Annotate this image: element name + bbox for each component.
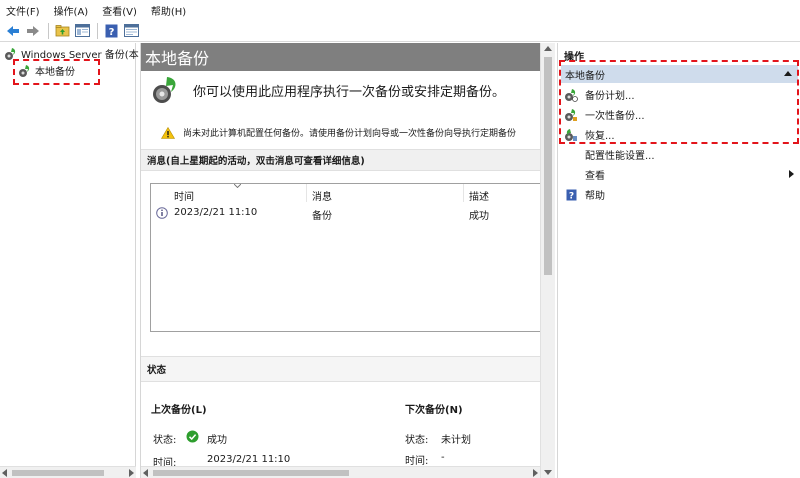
- highlight-box-actions: [559, 60, 799, 144]
- last-backup-heading: 上次备份(L): [151, 405, 207, 416]
- warning-message: 尚未对此计算机配置任何备份。请使用备份计划向导或一次性备份向导执行定期备份: [161, 126, 516, 139]
- content-vertical-scrollbar[interactable]: [540, 43, 555, 478]
- success-check-icon: [186, 430, 199, 443]
- sort-chevron-icon: [234, 184, 241, 188]
- last-backup-status-label: 状态:: [153, 435, 177, 446]
- messages-table-header: 时间 消息 描述: [151, 184, 540, 203]
- menu-help[interactable]: 帮助(H): [151, 3, 186, 18]
- scroll-down-arrow-icon[interactable]: [544, 470, 552, 475]
- warning-icon: [161, 126, 175, 139]
- messages-section-label: 消息(自上星期起的活动，双击消息可查看详细信息): [147, 156, 365, 167]
- scrollbar-thumb[interactable]: [544, 57, 552, 275]
- toolbar-separator: [97, 22, 98, 39]
- help-icon[interactable]: ?: [102, 22, 120, 40]
- row-description: 成功: [469, 211, 489, 222]
- menu-action[interactable]: 操作(A): [54, 3, 89, 18]
- show-hide-tree-icon[interactable]: [73, 22, 91, 40]
- properties-icon[interactable]: [122, 22, 140, 40]
- menubar: 文件(F) 操作(A) 查看(V) 帮助(H): [0, 0, 800, 20]
- menu-file[interactable]: 文件(F): [6, 3, 40, 18]
- last-backup-time-value: 2023/2/21 11:10: [207, 454, 291, 465]
- action-label: 查看: [585, 171, 605, 182]
- scroll-right-arrow-icon[interactable]: [129, 469, 134, 477]
- info-icon: [156, 207, 168, 219]
- messages-section-header: 消息(自上星期起的活动，双击消息可查看详细信息): [141, 149, 540, 171]
- forward-arrow-icon[interactable]: [24, 22, 42, 40]
- main-content-pane: 本地备份 你可以使用此应用程序执行一次备份或安排定期备份。 尚未对此计算机配置任…: [140, 43, 540, 478]
- menu-view[interactable]: 查看(V): [102, 3, 137, 18]
- pane-title: 本地备份: [141, 43, 540, 71]
- messages-table[interactable]: 时间 消息 描述 2023/2/21 11:10 备份 成功: [150, 183, 540, 332]
- up-folder-icon[interactable]: [53, 22, 71, 40]
- row-time: 2023/2/21 11:10: [174, 207, 258, 218]
- scrollbar-thumb[interactable]: [153, 470, 349, 476]
- table-row[interactable]: 2023/2/21 11:10 备份 成功: [151, 206, 540, 222]
- last-backup-status-value: 成功: [207, 435, 227, 446]
- next-backup-heading: 下次备份(N): [405, 405, 463, 416]
- status-section-label: 状态: [147, 365, 167, 376]
- action-view[interactable]: 查看: [564, 167, 794, 182]
- next-backup-time-value: -: [441, 452, 445, 463]
- column-header-message[interactable]: 消息: [312, 188, 332, 203]
- center-header: 你可以使用此应用程序执行一次备份或安排定期备份。: [151, 75, 505, 105]
- column-separator[interactable]: [306, 184, 307, 202]
- scrollbar-thumb[interactable]: [12, 470, 104, 476]
- svg-text:?: ?: [568, 191, 573, 201]
- column-separator[interactable]: [463, 184, 464, 202]
- toolbar-separator: [48, 22, 49, 39]
- svg-text:?: ?: [108, 27, 114, 38]
- next-backup-status-value: 未计划: [441, 435, 471, 446]
- next-backup-time-label: 时间:: [405, 456, 429, 467]
- content-horizontal-scrollbar[interactable]: [141, 466, 540, 478]
- action-label: 帮助: [585, 191, 605, 202]
- actions-pane: 操作 本地备份 备份计划... 一次性备份... 恢复... 配置性能设置...…: [557, 43, 800, 478]
- status-section-header: 状态: [141, 356, 540, 382]
- tree-horizontal-scrollbar[interactable]: [0, 466, 136, 478]
- submenu-arrow-icon: [789, 170, 794, 178]
- scroll-right-arrow-icon[interactable]: [533, 469, 538, 477]
- toolbar: ?: [0, 20, 800, 42]
- action-configure-performance[interactable]: 配置性能设置...: [564, 147, 794, 162]
- row-message: 备份: [312, 211, 332, 222]
- scroll-left-arrow-icon[interactable]: [143, 469, 148, 477]
- scroll-up-arrow-icon[interactable]: [544, 46, 552, 51]
- scroll-left-arrow-icon[interactable]: [2, 469, 7, 477]
- navigation-tree: Windows Server 备份(本 本地备份: [0, 43, 139, 478]
- highlight-box-tree: [13, 59, 100, 85]
- action-label: 配置性能设置...: [585, 151, 655, 162]
- back-arrow-icon[interactable]: [4, 22, 22, 40]
- action-help[interactable]: ? 帮助: [564, 187, 794, 202]
- header-description: 你可以使用此应用程序执行一次备份或安排定期备份。: [193, 84, 506, 100]
- warning-text: 尚未对此计算机配置任何备份。请使用备份计划向导或一次性备份向导执行定期备份: [183, 129, 517, 139]
- next-backup-status-label: 状态:: [405, 435, 429, 446]
- help-icon: ?: [564, 188, 578, 202]
- column-header-description[interactable]: 描述: [469, 188, 489, 203]
- backup-large-icon: [153, 77, 176, 103]
- column-header-time[interactable]: 时间: [174, 188, 194, 203]
